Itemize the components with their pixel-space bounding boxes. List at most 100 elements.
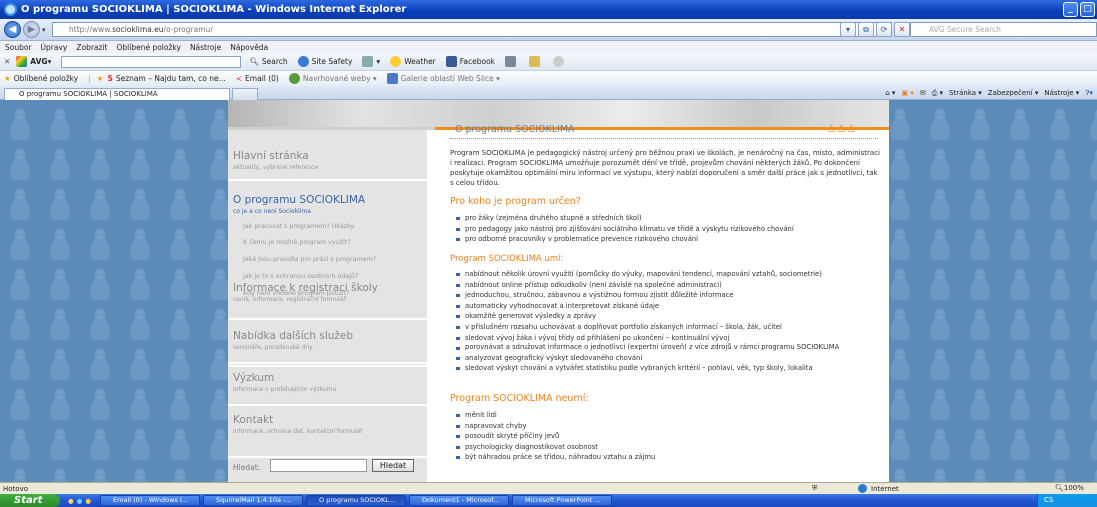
task-socioklima[interactable]: O programu SOCIOKL... [306,495,407,506]
site-safety-button[interactable]: Site Safety [297,56,352,67]
new-tab-button[interactable] [232,88,258,100]
list-item: analyzovat geografický výskyt sledovanéh… [455,353,875,364]
home-icon[interactable]: ⌂ ▾ [885,89,895,97]
minimize-button[interactable]: _ [1063,2,1078,17]
nav-services-title[interactable]: Nabídka dalších služeb [233,330,353,342]
nav-services[interactable]: Nabídka dalších služeb semináře, poraden… [228,320,431,364]
task-squirrelmail[interactable]: SquirrelMail 1.4.10a -... [203,495,304,506]
heading-can: Program SOCIOKLIMA umí: [450,254,564,264]
task-email[interactable]: Email (0) - Windows I... [100,495,201,506]
favorites-button[interactable]: ★ Oblíbené položky [4,74,78,83]
page-viewport: Hlavní stránka aktuality, vybrané refere… [0,100,1097,482]
menu-edit[interactable]: Úpravy [41,43,68,52]
nav-home-sub: aktuality, vybrané reference [233,164,319,171]
calculator-icon [505,56,517,67]
nav-registration-sub: ceník, informace, registrační formulář [233,296,347,303]
menu-view[interactable]: Zobrazit [76,43,107,52]
back-button[interactable]: ◀ [4,21,21,38]
start-button[interactable]: Start [0,494,60,507]
language-indicator[interactable]: CS [1044,496,1053,504]
quicklaunch-icon-3[interactable]: ● [85,497,91,505]
menu-file[interactable]: Soubor [5,43,32,52]
intro-text: Program SOCIOKLIMA je pedagogický nástro… [450,149,880,187]
list-item: psychologicky diagnostikovat osobnost [455,442,875,453]
nav-contact-title[interactable]: Kontakt [233,414,273,426]
page-title: O programu SOCIOKLIMA [455,124,575,135]
tab-active[interactable]: O programu SOCIOKLIMA | SOCIOKLIMA [4,88,230,100]
nav-home-title[interactable]: Hlavní stránka [233,150,309,162]
nav-registration[interactable]: Informace k registraci školy ceník, info… [228,270,431,320]
zone-indicator[interactable]: Internet [858,484,899,493]
menu-favorites[interactable]: Oblíbené položky [117,43,181,52]
tool-icon-2[interactable] [529,56,543,67]
feeds-icon[interactable]: ▣ ▾ [901,89,913,97]
fav-web-slice[interactable]: Galerie oblastí Web Slice ▾ [386,73,500,84]
tool-icon-1[interactable] [505,56,519,67]
refresh-icon[interactable]: ⟳ [876,22,892,37]
list-item: napravovat chyby [455,421,875,432]
list-item: posoudit skryté příčiny jevů [455,431,875,442]
web-slice-icon [386,73,398,84]
zoom-control[interactable]: 🔍︎ 100% [1055,484,1084,492]
menu-tools[interactable]: Nástroje [190,43,221,52]
add-favorite-icon[interactable]: ★ S Seznam – Najdu tam, co ne... [97,74,226,83]
ie-green-icon [288,73,300,84]
nav-contact[interactable]: Kontakt informace, ochrana dat, kontaktn… [228,406,431,458]
facebook-button[interactable]: Facebook [445,56,495,67]
help-icon[interactable]: ❓︎▾ [1085,89,1093,98]
star-icon: ★ [4,74,11,83]
quicklaunch-icon-2[interactable]: ● [77,497,83,505]
avg-search-input[interactable] [61,55,242,68]
heading-cannot: Program SOCIOKLIMA neumí: [450,393,589,404]
search-input[interactable]: AVG Secure Search [910,22,1097,37]
avg-search-button[interactable]: 🔍︎ Search [249,57,287,66]
security-icon: ⛨ [812,484,818,492]
nav-research-title[interactable]: Výzkum [233,372,274,384]
nav-about-title[interactable]: O programu SOCIOKLIMA [233,194,365,206]
nav-research[interactable]: Výzkum informace o probíhajícím výzkumu [228,364,431,406]
avg-icon [16,56,28,67]
compat-view-icon[interactable]: ⧉ [858,22,874,37]
avg-toolbar: ✕ AVG ▾ 🔍︎ Search Site Safety ▾ Weather F… [0,53,1097,71]
site-search-button[interactable]: Hledat [372,459,414,472]
dropdown-icon[interactable]: ▾ [840,22,856,37]
close-toolbar-icon[interactable]: ✕ [4,57,10,66]
tool-icon-3[interactable] [553,56,567,67]
tools-menu[interactable]: Nástroje ▾ [1044,89,1079,97]
forward-button[interactable]: ▶ [23,21,40,38]
list-item: v příslušném rozsahu uchovávat a doplňov… [455,322,875,333]
settings-icon [553,56,565,67]
window-title: O programu SOCIOKLIMA | SOCIOKLIMA - Win… [21,4,407,15]
fav-email[interactable]: ≺ Email (0) [236,74,279,83]
nav-subitem-3[interactable]: Jaká jsou pravidla pro práci s programem… [243,256,376,263]
nav-subitem-2[interactable]: K čemu je možné program využít? [243,239,351,246]
maximize-button[interactable]: □ [1080,2,1095,17]
address-bar: ◀ ▶ ▾ http://www.socioklima.eu/o-program… [0,19,1097,41]
quicklaunch-icon-1[interactable]: ● [68,497,74,505]
page-menu[interactable]: Stránka ▾ [949,89,982,97]
nav-subitem-1[interactable]: Jak pracovat s programem? Ukázky. [243,223,355,230]
favorites-bar: ★ Oblíbené položky | ★ S Seznam – Najdu tam… [0,71,1097,86]
menu-help[interactable]: Nápověda [230,43,268,52]
task-word[interactable]: Dokument1 - Microsof... [409,495,510,506]
avg-menu-button[interactable]: ▾ [362,56,380,67]
site-search-input[interactable] [270,459,367,472]
url-input[interactable]: http://www.socioklima.eu/o-programu/ [52,22,892,37]
task-powerpoint[interactable]: Microsoft PowerPoint ... [512,495,613,506]
history-dropdown-icon[interactable]: ▾ [42,26,46,34]
fav-suggested-sites[interactable]: Navrhované weby ▾ [288,73,377,84]
stop-icon[interactable]: ✕ [894,22,910,37]
nav-home[interactable]: Hlavní stránka aktuality, vybrané refere… [228,130,431,181]
list-item: automaticky vyhodnocovat a interpretovat… [455,301,875,312]
print-icon[interactable]: ⎙ ▾ [932,89,943,98]
system-tray: CS [1037,494,1097,507]
command-bar: ⌂ ▾ ▣ ▾ ✉ ⎙ ▾ Stránka ▾ Zabezpečení ▾ Ná… [885,86,1093,100]
weather-button[interactable]: Weather [390,56,436,67]
list-item: jednoduchou, stručnou, zábavnou a výstiž… [455,290,875,301]
nav-registration-title[interactable]: Informace k registraci školy [233,282,378,294]
avg-logo[interactable]: AVG ▾ [16,56,51,67]
read-mail-icon[interactable]: ✉ [920,89,926,97]
list-item: nabídnout několik úrovní využití (pomůck… [455,269,875,280]
for-whom-list: pro žáky (zejména druhého stupně a střed… [455,213,875,245]
safety-menu[interactable]: Zabezpečení ▾ [988,89,1039,97]
